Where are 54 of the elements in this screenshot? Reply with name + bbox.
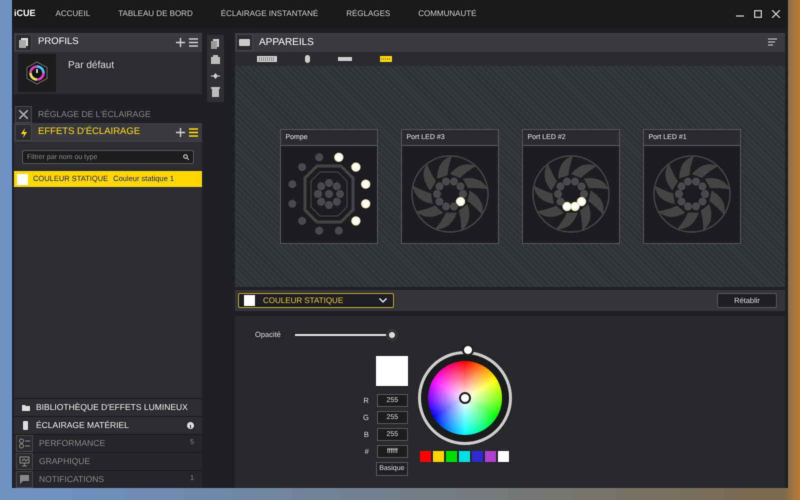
menu-icon[interactable] bbox=[189, 128, 198, 137]
color-swatch[interactable] bbox=[459, 451, 470, 462]
lightning-icon bbox=[20, 128, 26, 138]
app-title: iCUE bbox=[14, 7, 36, 20]
monitor-icon bbox=[19, 456, 30, 467]
close-icon[interactable] bbox=[772, 10, 780, 18]
color-swatch[interactable] bbox=[446, 451, 458, 462]
section-title: EFFETS D'ÉCLAIRAGE bbox=[38, 125, 140, 140]
color-swatch[interactable] bbox=[433, 451, 444, 462]
profile-item[interactable]: Par défaut bbox=[14, 52, 202, 94]
nav-tab[interactable]: ÉCLAIRAGE INSTANTANÉ bbox=[220, 8, 318, 20]
chat-icon bbox=[19, 474, 30, 485]
nav-tab[interactable]: ACCUEIL bbox=[56, 8, 90, 20]
slider-track[interactable] bbox=[294, 329, 398, 341]
sidebar-section[interactable]: ÉCLAIRAGE MATÉRIEL bbox=[14, 416, 202, 434]
folder-icon bbox=[22, 403, 30, 412]
list-icon bbox=[19, 438, 30, 449]
color-swatch[interactable] bbox=[498, 451, 510, 462]
section-title: BIBLIOTHÈQUE D'EFFETS LUMINEUX bbox=[36, 401, 188, 414]
section-title: APPAREILS bbox=[259, 36, 314, 50]
device-icon bbox=[22, 421, 30, 430]
nav-tab[interactable]: TABLEAU DE BORD bbox=[118, 8, 193, 20]
caret-icon bbox=[379, 298, 387, 304]
section-title[interactable]: RÉGLAGE DE L'ÉCLAIRAGE bbox=[38, 108, 151, 120]
trash-icon[interactable] bbox=[211, 87, 220, 97]
cooler-icon[interactable] bbox=[380, 56, 392, 62]
copy-icon[interactable] bbox=[211, 39, 220, 49]
sidebar-section[interactable]: GRAPHIQUE bbox=[14, 452, 202, 470]
diamond-icon[interactable] bbox=[211, 71, 220, 81]
sidebar-section[interactable]: BIBLIOTHÈQUE D'EFFETS LUMINEUX bbox=[14, 398, 202, 416]
color-swatch[interactable] bbox=[472, 451, 484, 462]
color-swatch[interactable] bbox=[485, 451, 496, 462]
folder-icon[interactable] bbox=[211, 55, 220, 65]
nav-tab[interactable]: COMMUNAUTÉ bbox=[418, 8, 476, 20]
section-title: ÉCLAIRAGE MATÉRIEL bbox=[36, 419, 129, 432]
profile-logo-icon bbox=[25, 61, 49, 85]
maximize-icon[interactable] bbox=[754, 10, 762, 18]
color-swatch[interactable] bbox=[420, 451, 432, 462]
section-title: GRAPHIQUE bbox=[39, 455, 90, 468]
search-icon bbox=[183, 154, 189, 160]
menu-icon[interactable] bbox=[189, 38, 198, 47]
add-icon[interactable] bbox=[176, 128, 185, 137]
mouse-icon[interactable] bbox=[305, 54, 310, 63]
slider-thumb[interactable] bbox=[386, 329, 398, 341]
section-title: PROFILS bbox=[38, 35, 79, 50]
nav-tab[interactable]: RÉGLAGES bbox=[346, 8, 390, 20]
section-title: PERFORMANCE bbox=[39, 437, 106, 450]
hue-thumb[interactable] bbox=[462, 344, 474, 356]
documents-icon bbox=[19, 38, 28, 48]
effect-dropdown[interactable]: COULEUR STATIQUE bbox=[238, 293, 394, 308]
section-title: NOTIFICATIONS bbox=[39, 473, 104, 486]
add-icon[interactable] bbox=[176, 38, 185, 47]
menu-icon[interactable] bbox=[768, 38, 777, 46]
led-strip-icon[interactable] bbox=[338, 56, 352, 61]
